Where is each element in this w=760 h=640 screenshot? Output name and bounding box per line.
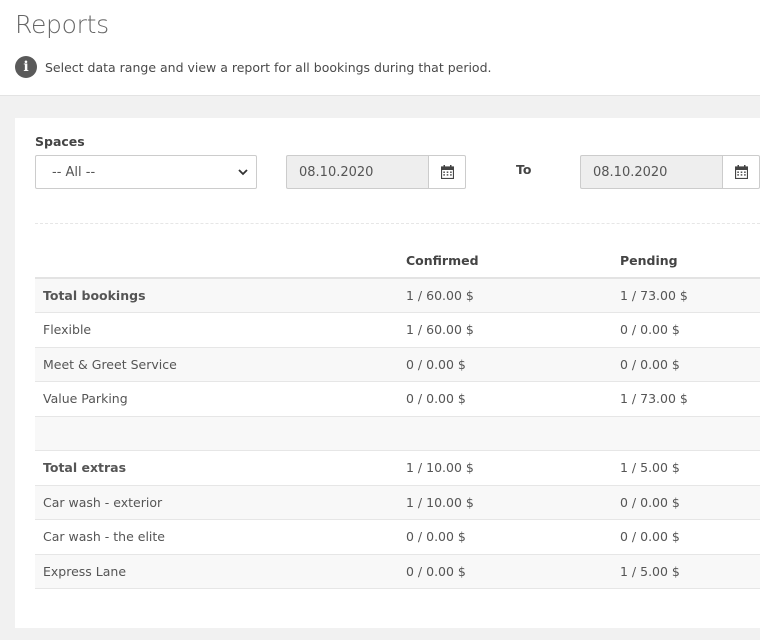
row-confirmed-value xyxy=(406,416,620,451)
info-text: Select data range and view a report for … xyxy=(45,59,492,75)
row-label: Meet & Greet Service xyxy=(35,347,406,382)
row-label xyxy=(35,416,406,451)
row-pending-value: 0 / 0.00 $ xyxy=(620,519,760,555)
spaces-select-value: -- All -- xyxy=(52,164,96,180)
table-row: Express Lane 0 / 0.00 $1 / 5.00 $ xyxy=(35,554,760,589)
date-from-calendar-button[interactable] xyxy=(428,155,466,189)
table-row: Value Parking 0 / 0.00 $1 / 73.00 $ xyxy=(35,381,760,417)
date-from-group: 08.10.2020 xyxy=(286,155,466,189)
row-confirmed-value: 0 / 0.00 $ xyxy=(406,381,620,417)
date-from-input[interactable]: 08.10.2020 xyxy=(286,155,428,189)
table-row xyxy=(35,416,760,451)
row-confirmed-value: 1 / 10.00 $ xyxy=(406,450,620,486)
spaces-select[interactable]: -- All -- xyxy=(35,155,257,189)
column-header-label xyxy=(35,243,406,279)
row-pending-value: 1 / 5.00 $ xyxy=(620,450,760,486)
row-label: Car wash - the elite xyxy=(35,519,406,555)
row-pending-value xyxy=(620,416,760,451)
table-row: Car wash - exterior 1 / 10.00 $0 / 0.00 $ xyxy=(35,485,760,520)
date-to-group: 08.10.2020 xyxy=(580,155,760,189)
row-confirmed-value: 0 / 0.00 $ xyxy=(406,347,620,382)
table-header-row: Confirmed Pending xyxy=(35,243,760,279)
to-label: To xyxy=(516,162,532,177)
info-circle-icon: i xyxy=(15,56,37,78)
row-label: Car wash - exterior xyxy=(35,485,406,520)
row-confirmed-value: 0 / 0.00 $ xyxy=(406,519,620,555)
row-pending-value: 0 / 0.00 $ xyxy=(620,485,760,520)
row-pending-value: 1 / 5.00 $ xyxy=(620,554,760,589)
row-confirmed-value: 1 / 60.00 $ xyxy=(406,312,620,348)
chevron-down-icon xyxy=(238,169,248,176)
row-label: Flexible xyxy=(35,312,406,348)
calendar-icon xyxy=(440,165,454,179)
report-table: Confirmed Pending Total bookings 1 / 60.0… xyxy=(35,243,760,589)
row-pending-value: 0 / 0.00 $ xyxy=(620,312,760,348)
info-message: i Select data range and view a report fo… xyxy=(15,56,492,78)
row-label: Value Parking xyxy=(35,381,406,417)
row-label: Total bookings xyxy=(35,278,406,313)
row-pending-value: 0 / 0.00 $ xyxy=(620,347,760,382)
date-to-input[interactable]: 08.10.2020 xyxy=(580,155,722,189)
table-row: Car wash - the elite 0 / 0.00 $0 / 0.00 $ xyxy=(35,519,760,555)
column-header-confirmed: Confirmed xyxy=(406,243,620,279)
table-row: Total extras 1 / 10.00 $1 / 5.00 $ xyxy=(35,450,760,486)
page-header: Reports i Select data range and view a r… xyxy=(0,0,760,96)
row-confirmed-value: 1 / 60.00 $ xyxy=(406,278,620,313)
row-pending-value: 1 / 73.00 $ xyxy=(620,278,760,313)
report-card: Spaces -- All -- 08.10.2020 To 08.10.202… xyxy=(15,118,760,628)
column-header-pending: Pending xyxy=(620,243,760,279)
row-confirmed-value: 1 / 10.00 $ xyxy=(406,485,620,520)
row-pending-value: 1 / 73.00 $ xyxy=(620,381,760,417)
row-label: Total extras xyxy=(35,450,406,486)
spaces-label: Spaces xyxy=(35,134,85,149)
page-title: Reports xyxy=(15,10,109,39)
table-row: Flexible 1 / 60.00 $0 / 0.00 $ xyxy=(35,312,760,348)
calendar-icon xyxy=(734,165,748,179)
row-confirmed-value: 0 / 0.00 $ xyxy=(406,554,620,589)
divider xyxy=(35,223,760,224)
row-label: Express Lane xyxy=(35,554,406,589)
table-row: Total bookings 1 / 60.00 $1 / 73.00 $ xyxy=(35,278,760,313)
date-to-calendar-button[interactable] xyxy=(722,155,760,189)
table-row: Meet & Greet Service 0 / 0.00 $0 / 0.00 $ xyxy=(35,347,760,382)
